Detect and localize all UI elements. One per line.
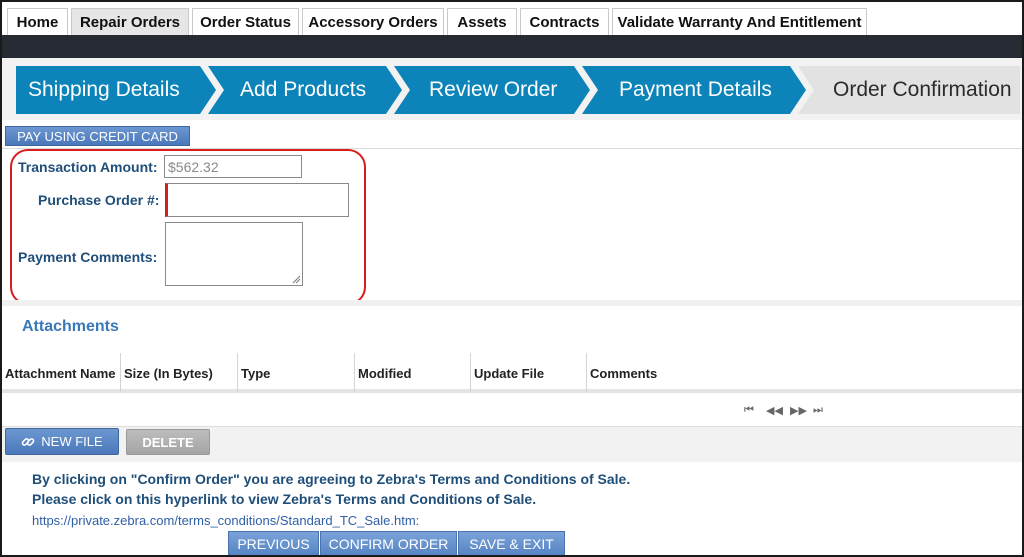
col-size[interactable]: Size (In Bytes) — [121, 353, 238, 393]
pager-last-icon[interactable]: ⏭ — [813, 404, 823, 417]
tab-accessory-orders[interactable]: Accessory Orders — [302, 8, 444, 35]
col-type[interactable]: Type — [238, 353, 355, 393]
new-file-button[interactable]: NEW FILE — [5, 428, 119, 455]
col-modified[interactable]: Modified — [355, 353, 471, 393]
pay-credit-card-button[interactable]: PAY USING CREDIT CARD — [5, 126, 190, 146]
step-shipping-details[interactable]: Shipping Details — [28, 78, 180, 102]
step-add-products[interactable]: Add Products — [240, 78, 366, 102]
previous-button[interactable]: PREVIOUS — [228, 531, 319, 555]
step-payment-details[interactable]: Payment Details — [619, 78, 772, 102]
col-update-file[interactable]: Update File — [471, 353, 587, 393]
tab-assets[interactable]: Assets — [447, 8, 517, 35]
terms-link[interactable]: https://private.zebra.com/terms_conditio… — [32, 513, 419, 528]
top-tabs: Home Repair Orders Order Status Accessor… — [2, 2, 1022, 35]
payment-fields-highlight — [10, 149, 366, 305]
tab-validate-warranty[interactable]: Validate Warranty And Entitlement — [612, 8, 867, 35]
tab-home[interactable]: Home — [7, 8, 68, 35]
link-icon — [21, 437, 35, 446]
new-file-label: NEW FILE — [41, 434, 103, 449]
tab-contracts[interactable]: Contracts — [520, 8, 609, 35]
terms-agreement-text: By clicking on "Confirm Order" you are a… — [32, 471, 631, 487]
step-review-order[interactable]: Review Order — [429, 78, 557, 102]
col-comments[interactable]: Comments — [587, 353, 1022, 393]
step-order-confirmation[interactable]: Order Confirmation — [833, 78, 1012, 102]
save-exit-button[interactable]: SAVE & EXIT — [458, 531, 565, 555]
tab-repair-orders[interactable]: Repair Orders — [71, 8, 189, 35]
pager-prev-icon[interactable]: ◀◀ — [766, 404, 783, 417]
nav-bar — [2, 35, 1022, 58]
pager-next-icon[interactable]: ▶▶ — [790, 404, 807, 417]
delete-button[interactable]: DELETE — [126, 429, 210, 455]
pager-first-icon[interactable]: ⏮ — [744, 404, 754, 417]
col-attachment-name[interactable]: Attachment Name — [2, 353, 121, 393]
confirm-order-button[interactable]: CONFIRM ORDER — [320, 531, 457, 555]
attachments-table-header: Attachment Name Size (In Bytes) Type Mod… — [2, 353, 1022, 393]
tab-order-status[interactable]: Order Status — [192, 8, 299, 35]
app-frame: Home Repair Orders Order Status Accessor… — [0, 0, 1024, 557]
attachments-title: Attachments — [22, 318, 119, 335]
terms-hyperlink-text: Please click on this hyperlink to view Z… — [32, 491, 537, 507]
section-band — [2, 300, 1022, 306]
